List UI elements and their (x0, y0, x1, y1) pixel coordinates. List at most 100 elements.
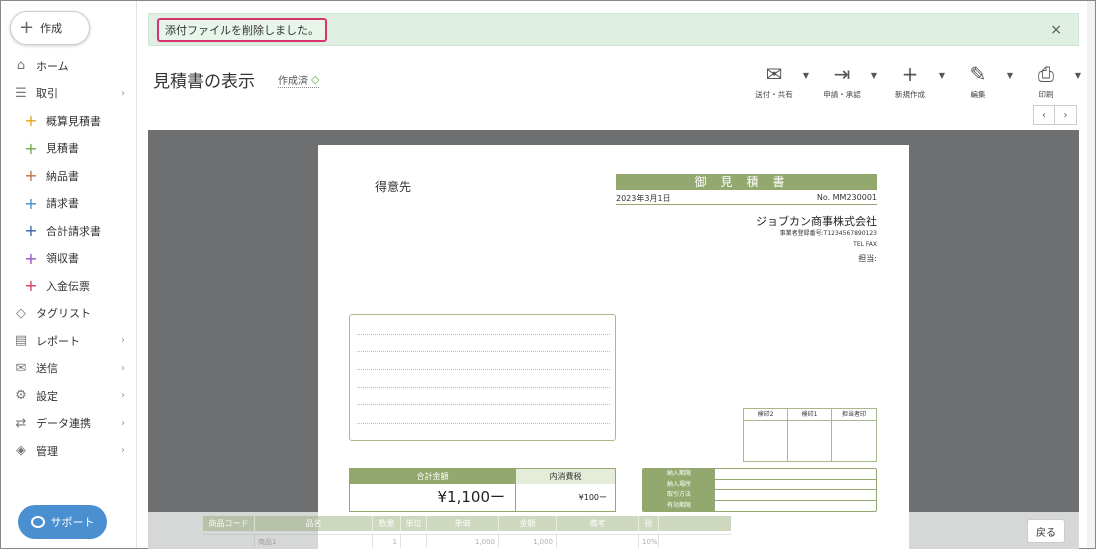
sidebar-item[interactable]: ☰ 取引 › (1, 80, 137, 108)
sidebar-item[interactable]: + 入金伝票 (1, 272, 137, 300)
plus-icon: + (24, 193, 38, 213)
table-cell (401, 535, 427, 548)
chevron-right-icon: › (121, 335, 125, 347)
delivery-row: 取引方法 (643, 490, 876, 501)
note-line (357, 404, 610, 405)
toolbar: ✉ 送付・共有 ▼ ⇥ 申請・承認 ▼ + 新規作成 ▼ ✎ 編集 ▼ ⎙ 印刷 ▼ (743, 61, 1081, 100)
note-line (357, 351, 610, 352)
document-date: 2023年3月1日 (616, 194, 671, 203)
toolbar-button[interactable]: ⎙ 印刷 ▼ (1015, 61, 1081, 100)
next-page-button[interactable]: › (1055, 105, 1077, 125)
document-number: No. MM230001 (816, 193, 877, 202)
chevron-right-icon: › (121, 390, 125, 402)
chevron-right-icon: › (121, 417, 125, 429)
mail-icon: ✉ (15, 360, 27, 376)
sidebar-item[interactable]: + 見積書 (1, 135, 137, 163)
chevron-right-icon: › (121, 362, 125, 374)
report-icon: ▤ (14, 333, 28, 349)
sidebar: + 作成 ⌂ ホーム ☰ 取引 › + 概算見積書 + 見積書 + 納品書 + 請求書 + 合計請求書 + 領収… (1, 1, 137, 548)
sidebar-item-label: レポート (36, 334, 80, 348)
total-label: 合計金額 (350, 469, 515, 484)
toolbar-button[interactable]: ⇥ 申請・承認 ▼ (811, 61, 877, 100)
tax-value: ¥100ー (515, 484, 615, 511)
caret-down-icon[interactable]: ▼ (939, 71, 945, 80)
document-preview[interactable]: 得意先 御見積書 2023年3月1日 No. MM230001 ジョブカン商事株… (148, 130, 1079, 549)
sidebar-item-label: 設定 (36, 389, 58, 403)
notification-message: 添付ファイルを削除しました。 (157, 18, 327, 42)
sidebar-item[interactable]: ◈ 管理 › (1, 437, 137, 465)
caret-down-icon[interactable]: ▼ (871, 71, 877, 80)
sidebar-item[interactable]: + 納品書 (1, 162, 137, 190)
list-icon: ☰ (15, 85, 27, 101)
delivery-label: 有効期限 (643, 500, 715, 511)
back-button[interactable]: 戻る (1027, 519, 1065, 543)
stamp-cell (788, 421, 832, 461)
sidebar-item[interactable]: + 概算見積書 (1, 107, 137, 135)
sidebar-item-label: 納品書 (46, 169, 79, 183)
sidebar-item[interactable]: ⚙ 設定 › (1, 382, 137, 410)
chat-bubble-icon (30, 516, 45, 528)
status-tag[interactable]: 作成済 ◇ (278, 72, 320, 88)
delivery-label: 取引方法 (643, 490, 715, 500)
support-label: サポート (50, 516, 95, 529)
stamp-cell (832, 421, 876, 461)
sidebar-item[interactable]: ⇄ データ連携 › (1, 410, 137, 438)
plus-icon: + (24, 248, 38, 268)
table-cell (557, 535, 639, 548)
mail-icon: ✉ (765, 62, 783, 86)
toolbar-button[interactable]: + 新規作成 ▼ (879, 61, 945, 100)
tag-icon: ◇ (16, 305, 26, 321)
sidebar-item-label: 取引 (36, 87, 58, 101)
sidebar-item[interactable]: ◇ タグリスト (1, 300, 137, 328)
sidebar-item[interactable]: + 請求書 (1, 190, 137, 218)
plus-icon: + (24, 221, 38, 241)
toolbar-button-label: 印刷 (1038, 90, 1054, 99)
divider (616, 204, 877, 205)
table-header-cell: 備考 (557, 516, 639, 531)
chevron-right-icon: › (121, 445, 125, 457)
sidebar-item[interactable]: + 合計請求書 (1, 217, 137, 245)
caret-down-icon[interactable]: ▼ (1007, 71, 1013, 80)
sidebar-item-label: ホーム (36, 59, 69, 73)
sidebar-item[interactable]: ✉ 送信 › (1, 355, 137, 383)
tel-fax: TEL FAX (853, 241, 877, 248)
create-button[interactable]: + 作成 (10, 11, 90, 45)
stamp-header: 検印1 (788, 409, 832, 421)
table-header-cell: 金額 (499, 516, 557, 531)
registration-number: 事業者登録番号:T1234567890123 (779, 230, 877, 237)
sidebar-item-label: 合計請求書 (46, 224, 101, 238)
stamp-boxes: 検印2 検印1 担当者印 (743, 408, 877, 462)
table-header-cell: 数量 (373, 516, 401, 531)
status-label: 作成済 (278, 76, 308, 87)
caret-down-icon[interactable]: ▼ (1075, 71, 1081, 80)
staff-label: 担当: (858, 254, 877, 263)
stamp-header: 担当者印 (832, 409, 876, 421)
caret-down-icon[interactable]: ▼ (803, 71, 809, 80)
sidebar-item[interactable]: + 領収書 (1, 245, 137, 273)
delivery-row: 有効期限 (643, 500, 876, 511)
support-button[interactable]: サポート (18, 505, 107, 539)
delivery-row: 納入期限 (643, 469, 876, 480)
tax-label: 内消費税 (515, 469, 615, 484)
home-icon: ⌂ (16, 58, 26, 74)
toolbar-button[interactable]: ✎ 編集 ▼ (947, 61, 1013, 100)
pager: ‹ › (1033, 105, 1077, 125)
note-line (357, 369, 610, 370)
sidebar-item[interactable]: ⌂ ホーム (1, 52, 137, 80)
sidebar-item[interactable]: ▤ レポート › (1, 327, 137, 355)
sync-icon: ⇄ (15, 415, 27, 431)
plus-icon: + (901, 62, 919, 86)
client-label: 得意先 (375, 180, 412, 194)
toolbar-button[interactable]: ✉ 送付・共有 ▼ (743, 61, 809, 100)
table-cell: 10% (639, 535, 659, 548)
sidebar-item-label: 領収書 (46, 252, 79, 266)
total-value: ¥1,100ー (437, 488, 506, 506)
sidebar-nav: ⌂ ホーム ☰ 取引 › + 概算見積書 + 見積書 + 納品書 + 請求書 + 合計請求書 + 領収書 + 入金伝… (1, 52, 137, 465)
notification-bar: 添付ファイルを削除しました。 × (148, 13, 1079, 46)
close-icon[interactable]: × (1050, 22, 1062, 38)
table-cell: 1,000 (499, 535, 557, 548)
printer-icon: ⎙ (1038, 62, 1054, 86)
items-table-header: 商品コード 品名 数量 単位 単価 金額 備考税 (203, 516, 731, 531)
scrollbar[interactable] (1087, 1, 1095, 548)
prev-page-button[interactable]: ‹ (1033, 105, 1055, 125)
